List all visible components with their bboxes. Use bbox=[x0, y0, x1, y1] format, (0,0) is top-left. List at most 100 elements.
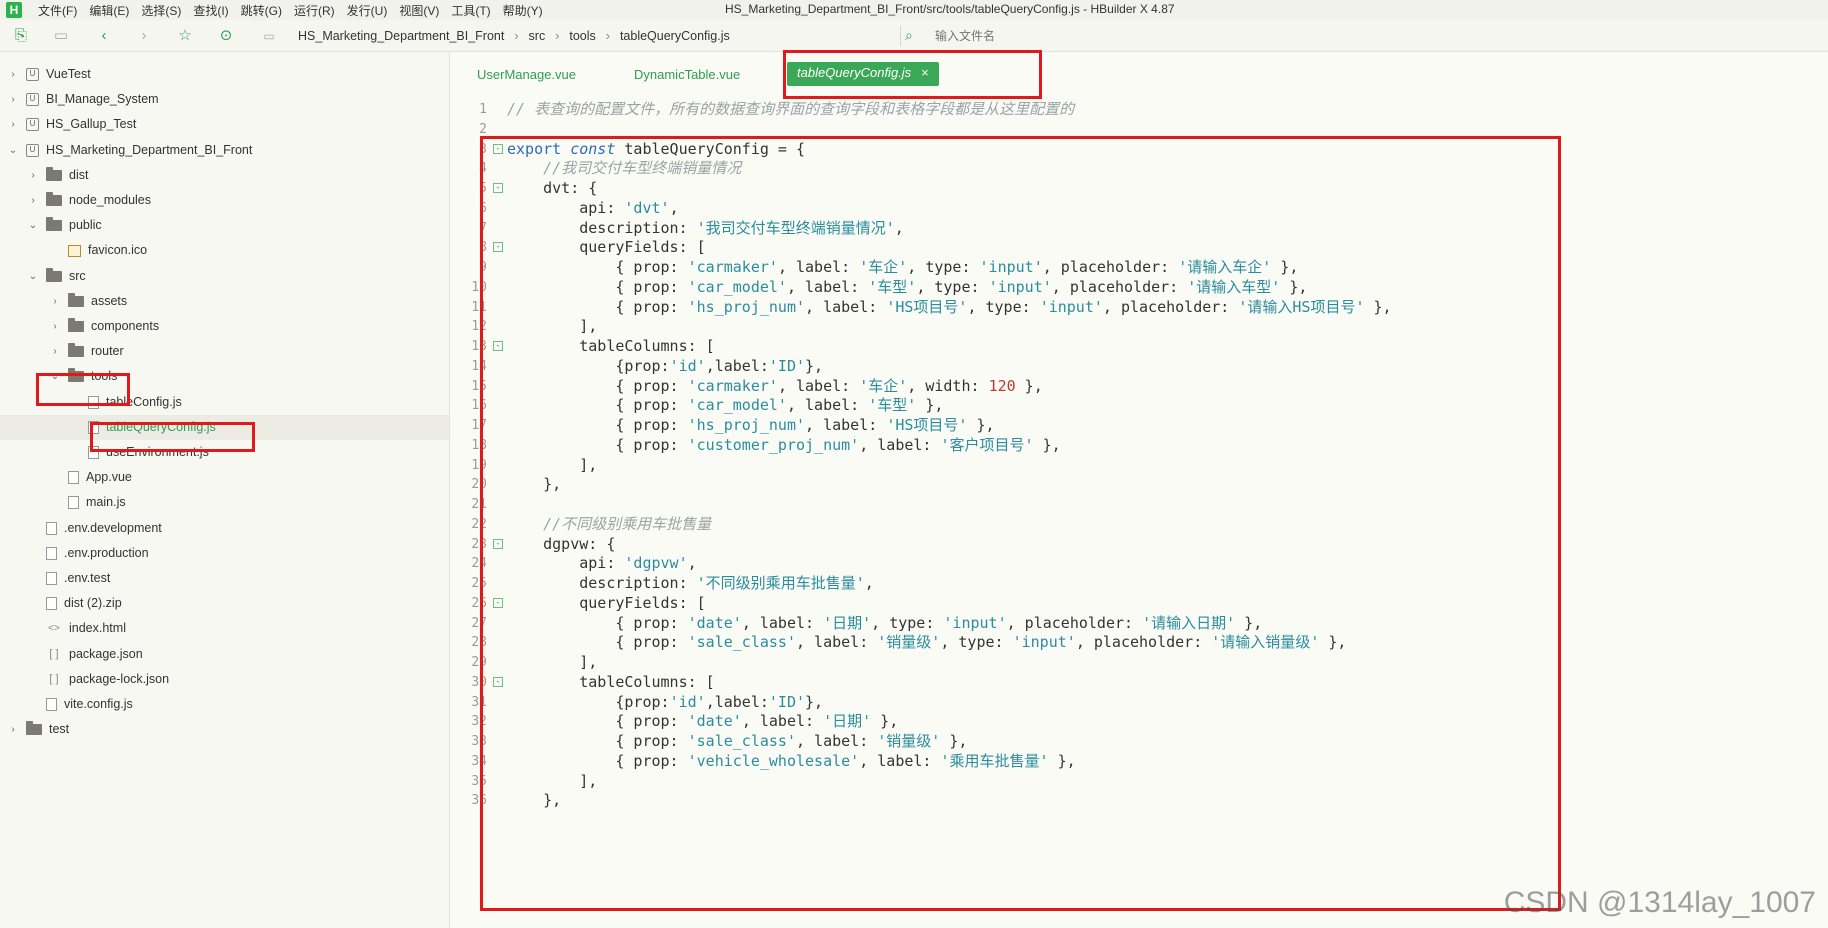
breadcrumb-item[interactable]: src bbox=[529, 29, 546, 43]
new-file-icon[interactable]: ⎘ bbox=[12, 27, 30, 45]
tree-item[interactable]: .env.production bbox=[0, 541, 449, 566]
chevron-right-icon[interactable]: › bbox=[48, 339, 62, 364]
chevron-right-icon[interactable]: › bbox=[48, 289, 62, 314]
code-token: tableQueryConfig = { bbox=[624, 139, 806, 158]
chevron-right-icon[interactable]: › bbox=[6, 112, 20, 137]
fold-toggle-icon[interactable]: - bbox=[493, 183, 503, 193]
tree-item[interactable]: dist (2).zip bbox=[0, 591, 449, 616]
tree-item-label: .env.test bbox=[64, 571, 111, 585]
close-tab-icon[interactable]: × bbox=[921, 65, 929, 80]
menu-item[interactable]: 编辑(E) bbox=[89, 2, 129, 19]
folder-icon bbox=[46, 166, 62, 181]
code-token: { prop: bbox=[507, 258, 688, 276]
chevron-down-icon[interactable]: ⌄ bbox=[26, 213, 40, 238]
tree-item[interactable]: ⌄ U HS_Marketing_Department_BI_Front bbox=[0, 138, 449, 163]
tree-item[interactable]: .env.test bbox=[0, 566, 449, 591]
tree-item[interactable]: › router bbox=[0, 339, 449, 364]
chevron-right-icon[interactable]: › bbox=[6, 62, 20, 87]
file-icon bbox=[88, 395, 99, 409]
chevron-down-icon[interactable]: ⌄ bbox=[6, 138, 20, 163]
breadcrumb-item[interactable]: tableQueryConfig.js bbox=[620, 29, 730, 43]
menu-item[interactable]: 视图(V) bbox=[399, 2, 439, 19]
run-icon[interactable]: ⊙ bbox=[217, 27, 235, 45]
tab-dynamictable[interactable]: DynamicTable.vue bbox=[634, 67, 740, 82]
chevron-right-icon[interactable]: › bbox=[6, 87, 20, 112]
tree-item[interactable]: useEnvironment.js bbox=[0, 440, 449, 465]
tree-item[interactable]: › U BI_Manage_System bbox=[0, 87, 449, 112]
tree-item[interactable]: › test bbox=[0, 717, 449, 742]
tree-item[interactable]: [ ] package.json bbox=[0, 642, 449, 667]
tree-item[interactable]: <> index.html bbox=[0, 616, 449, 641]
code-token: ,label: bbox=[705, 356, 769, 375]
tab-usermanage[interactable]: UserManage.vue bbox=[477, 67, 576, 82]
editor-pane: UserManage.vue DynamicTable.vue tableQue… bbox=[451, 52, 1828, 928]
tree-item-label: dist bbox=[69, 167, 89, 182]
favorite-star-icon[interactable]: ☆ bbox=[176, 27, 194, 45]
tree-item[interactable]: tableQueryConfig.js bbox=[0, 414, 449, 440]
fold-toggle-icon[interactable]: - bbox=[493, 242, 503, 253]
tree-item[interactable]: main.js bbox=[0, 490, 449, 515]
tree-item[interactable]: [ ] package-lock.json bbox=[0, 667, 449, 692]
fold-toggle-icon[interactable]: - bbox=[493, 143, 503, 154]
tree-item[interactable]: favicon.ico bbox=[0, 238, 449, 263]
code-token: , type: bbox=[871, 613, 944, 632]
tree-item[interactable]: tableConfig.js bbox=[0, 390, 449, 415]
tree-item[interactable]: vite.config.js bbox=[0, 692, 449, 717]
code-token: 'sale_class' bbox=[687, 633, 796, 652]
menu-item[interactable]: 发行(U) bbox=[347, 2, 388, 19]
chevron-right-icon[interactable]: › bbox=[48, 314, 62, 339]
code-token: description: bbox=[507, 574, 697, 592]
chevron-right-icon[interactable]: › bbox=[26, 188, 40, 213]
menu-item[interactable]: 跳转(G) bbox=[241, 2, 282, 19]
code-token: , bbox=[894, 218, 904, 237]
tree-item[interactable]: › U HS_Gallup_Test bbox=[0, 112, 449, 137]
code-token: , placeholder: bbox=[1102, 297, 1239, 316]
tree-item[interactable]: ⌄ src bbox=[0, 264, 449, 289]
file-search-input[interactable] bbox=[935, 25, 1535, 47]
back-arrow-icon[interactable]: ‹ bbox=[95, 27, 113, 45]
tree-item[interactable]: › U VueTest bbox=[0, 62, 449, 87]
menu-item[interactable]: 帮助(Y) bbox=[503, 2, 543, 19]
save-icon[interactable]: ▭ bbox=[52, 27, 70, 45]
menu-item[interactable]: 工具(T) bbox=[451, 2, 490, 19]
code-token: 'HS项目号' bbox=[886, 297, 968, 316]
code-token: { prop: bbox=[507, 613, 688, 632]
tree-item[interactable]: ⌄ tools bbox=[0, 364, 449, 389]
forward-arrow-icon[interactable]: › bbox=[135, 27, 153, 45]
tree-item[interactable]: › assets bbox=[0, 289, 449, 314]
fold-toggle-icon[interactable]: - bbox=[493, 341, 503, 351]
code-token: }, bbox=[1048, 751, 1076, 770]
fold-toggle-icon[interactable]: - bbox=[493, 676, 503, 687]
code-token: 'dgpvw' bbox=[624, 554, 688, 573]
tree-item[interactable]: ⌄ public bbox=[0, 213, 449, 238]
code-token: { prop: bbox=[507, 712, 688, 731]
folder-icon bbox=[46, 267, 62, 282]
menu-item[interactable]: 选择(S) bbox=[141, 2, 181, 19]
code-token: }, bbox=[967, 416, 995, 434]
menu-item[interactable]: 查找(I) bbox=[193, 2, 228, 19]
chevron-down-icon[interactable]: ⌄ bbox=[26, 264, 40, 289]
tree-item[interactable]: › components bbox=[0, 314, 449, 339]
code-token: , label: bbox=[777, 258, 860, 276]
chevron-down-icon[interactable]: ⌄ bbox=[48, 364, 62, 389]
breadcrumb-item[interactable]: HS_Marketing_Department_BI_Front bbox=[298, 29, 504, 43]
menu-item[interactable]: 运行(R) bbox=[294, 2, 335, 19]
chevron-right-icon[interactable]: › bbox=[26, 163, 40, 188]
tree-item[interactable]: › node_modules bbox=[0, 188, 449, 213]
code-token: api: bbox=[507, 198, 625, 217]
tab-tablequeryconfig[interactable]: tableQueryConfig.js × bbox=[787, 62, 939, 86]
code-token: 'date' bbox=[687, 613, 742, 632]
tree-item[interactable]: App.vue bbox=[0, 465, 449, 490]
breadcrumb-item[interactable]: tools bbox=[569, 29, 595, 43]
fold-toggle-icon[interactable]: - bbox=[493, 597, 503, 608]
code-token: }, bbox=[805, 692, 824, 711]
code-token: , label: bbox=[786, 396, 869, 415]
tree-item[interactable]: .env.development bbox=[0, 516, 449, 541]
code-token: , placeholder: bbox=[1051, 277, 1188, 296]
fold-toggle-icon[interactable]: - bbox=[493, 538, 503, 549]
menu-item[interactable]: 文件(F) bbox=[38, 2, 77, 19]
tree-item[interactable]: › dist bbox=[0, 163, 449, 188]
chevron-right-icon[interactable]: › bbox=[6, 717, 20, 742]
code-token: 'car_model' bbox=[687, 396, 787, 415]
